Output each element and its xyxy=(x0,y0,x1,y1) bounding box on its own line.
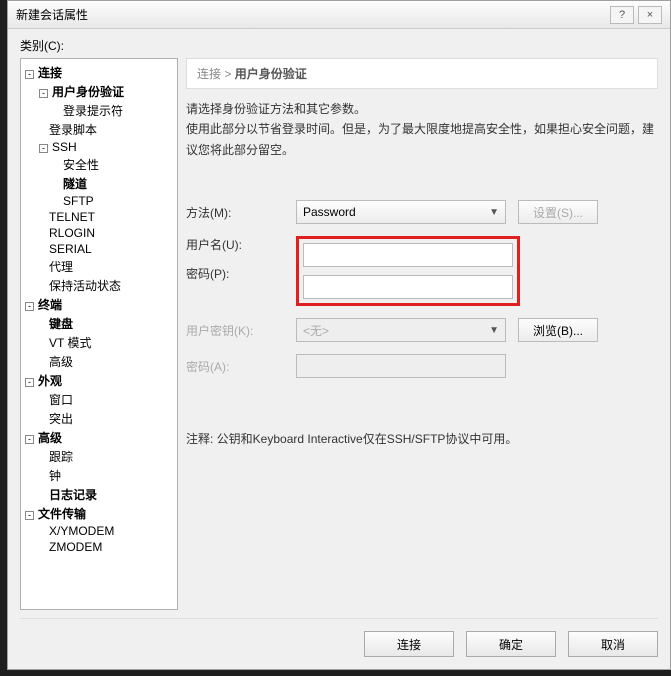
breadcrumb-root: 连接 xyxy=(197,67,221,81)
chevron-down-icon: ▼ xyxy=(489,325,499,336)
content-area: 类别(C): -连接 -用户身份验证 登录提示符 登录脚本 -SSH 安全性 隧… xyxy=(8,29,670,669)
tree-item-sftp[interactable]: SFTP xyxy=(23,193,175,209)
chevron-down-icon: ▼ xyxy=(489,207,499,218)
userkey-label: 用户密钥(K): xyxy=(186,322,296,339)
breadcrumb-sep: > xyxy=(224,67,231,81)
close-button[interactable]: × xyxy=(638,6,662,24)
password-input[interactable] xyxy=(303,275,513,299)
method-label: 方法(M): xyxy=(186,204,296,221)
collapse-icon[interactable]: - xyxy=(25,70,34,79)
category-label: 类别(C): xyxy=(20,37,658,54)
description-text: 请选择身份验证方法和其它参数。 使用此部分以节省登录时间。但是，为了最大限度地提… xyxy=(186,99,658,160)
collapse-icon[interactable]: - xyxy=(39,144,48,153)
ok-button[interactable]: 确定 xyxy=(466,631,556,657)
collapse-icon[interactable]: - xyxy=(25,511,34,520)
tree-item-keep-alive[interactable]: 保持活动状态 xyxy=(23,276,175,295)
password-label: 密码(P): xyxy=(186,265,296,282)
settings-panel: 连接 > 用户身份验证 请选择身份验证方法和其它参数。 使用此部分以节省登录时间… xyxy=(186,58,658,610)
tree-item-advanced[interactable]: -高级 xyxy=(23,428,175,447)
passphrase-input xyxy=(296,354,506,378)
tree-item-connection[interactable]: -连接 xyxy=(23,63,175,82)
titlebar: 新建会话属性 ? × xyxy=(8,1,670,29)
tree-item-window[interactable]: 窗口 xyxy=(23,390,175,409)
tree-item-zmodem[interactable]: ZMODEM xyxy=(23,539,175,555)
tree-item-telnet[interactable]: TELNET xyxy=(23,209,175,225)
settings-button[interactable]: 设置(S)... xyxy=(518,200,598,224)
tree-item-login-prompt[interactable]: 登录提示符 xyxy=(23,101,175,120)
tree-item-security[interactable]: 安全性 xyxy=(23,155,175,174)
collapse-icon[interactable]: - xyxy=(39,89,48,98)
cancel-button[interactable]: 取消 xyxy=(568,631,658,657)
note-text: 注释: 公钥和Keyboard Interactive仅在SSH/SFTP协议中… xyxy=(186,430,658,447)
tree-item-advanced-terminal[interactable]: 高级 xyxy=(23,352,175,371)
passphrase-label: 密码(A): xyxy=(186,358,296,375)
tree-item-login-script[interactable]: 登录脚本 xyxy=(23,120,175,139)
tree-item-ssh[interactable]: -SSH xyxy=(23,139,175,155)
tree-item-serial[interactable]: SERIAL xyxy=(23,241,175,257)
tree-item-user-auth[interactable]: -用户身份验证 xyxy=(23,82,175,101)
username-input[interactable] xyxy=(303,243,513,267)
highlight-box xyxy=(296,236,520,306)
breadcrumb-current: 用户身份验证 xyxy=(235,67,307,81)
breadcrumb: 连接 > 用户身份验证 xyxy=(186,58,658,89)
tree-item-bell[interactable]: 钟 xyxy=(23,466,175,485)
dialog-window: 新建会话属性 ? × 类别(C): -连接 -用户身份验证 登录提示符 登录脚本… xyxy=(7,0,671,670)
tree-item-appearance[interactable]: -外观 xyxy=(23,371,175,390)
tree-item-rlogin[interactable]: RLOGIN xyxy=(23,225,175,241)
tree-item-terminal[interactable]: -终端 xyxy=(23,295,175,314)
tree-item-file-transfer[interactable]: -文件传输 xyxy=(23,504,175,523)
tree-item-proxy[interactable]: 代理 xyxy=(23,257,175,276)
collapse-icon[interactable]: - xyxy=(25,302,34,311)
userkey-select: <无> ▼ xyxy=(296,318,506,342)
tree-item-vt-mode[interactable]: VT 模式 xyxy=(23,333,175,352)
connect-button[interactable]: 连接 xyxy=(364,631,454,657)
tree-item-highlight[interactable]: 突出 xyxy=(23,409,175,428)
tree-item-keyboard[interactable]: 键盘 xyxy=(23,314,175,333)
category-tree[interactable]: -连接 -用户身份验证 登录提示符 登录脚本 -SSH 安全性 隧道 SFTP … xyxy=(20,58,178,610)
collapse-icon[interactable]: - xyxy=(25,435,34,444)
browse-button[interactable]: 浏览(B)... xyxy=(518,318,598,342)
tree-item-logging[interactable]: 日志记录 xyxy=(23,485,175,504)
window-title: 新建会话属性 xyxy=(16,6,610,23)
collapse-icon[interactable]: - xyxy=(25,378,34,387)
tree-item-trace[interactable]: 跟踪 xyxy=(23,447,175,466)
dialog-footer: 连接 确定 取消 xyxy=(20,618,658,657)
tree-item-tunnel[interactable]: 隧道 xyxy=(23,174,175,193)
help-button[interactable]: ? xyxy=(610,6,634,24)
username-label: 用户名(U): xyxy=(186,236,296,253)
method-select[interactable]: Password ▼ xyxy=(296,200,506,224)
tree-item-xymodem[interactable]: X/YMODEM xyxy=(23,523,175,539)
